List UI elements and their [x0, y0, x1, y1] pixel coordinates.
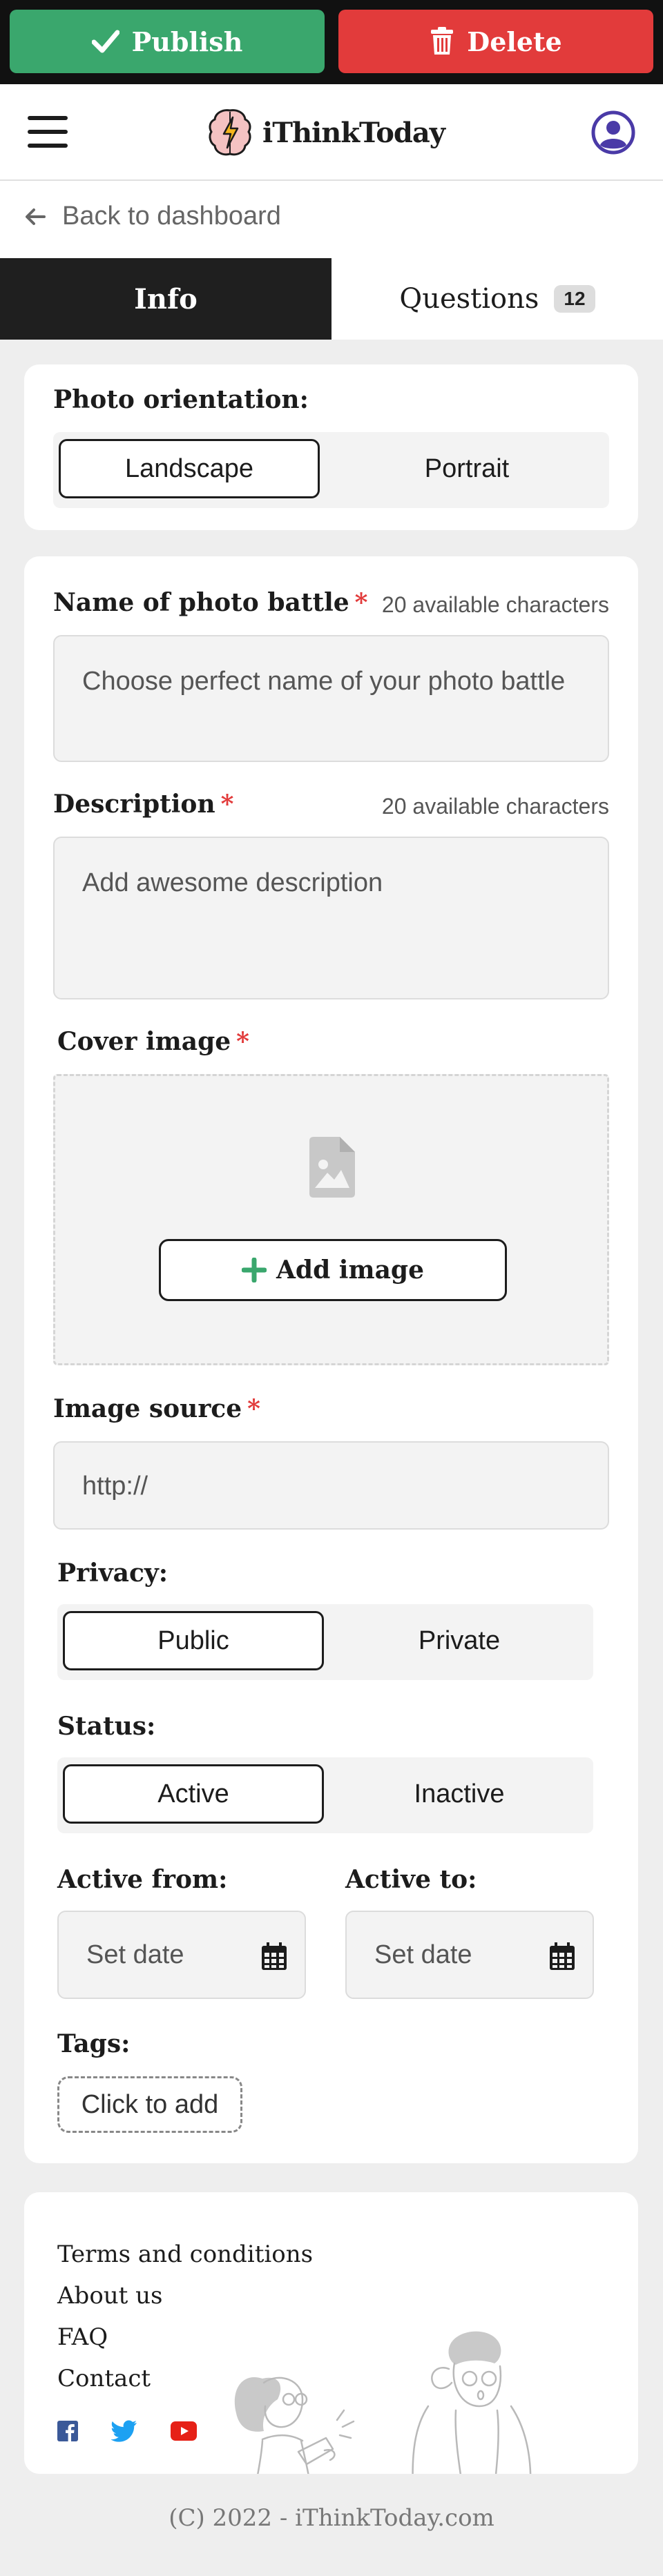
status-option-inactive[interactable]: Inactive	[331, 1764, 588, 1824]
delete-button[interactable]: Delete	[338, 10, 653, 73]
privacy-toggle: Public Private	[57, 1604, 593, 1680]
add-tag-button[interactable]: Click to add	[57, 2076, 242, 2133]
brand-logo[interactable]: iThinkToday	[207, 105, 445, 160]
active-from-label: Active from:	[57, 1865, 228, 1894]
people-illustration	[234, 2331, 532, 2474]
cover-image-label: Cover image *	[57, 1027, 249, 1056]
footer-card: Terms and conditions About us FAQ Contac…	[24, 2192, 638, 2474]
description-char-counter: 20 available characters	[381, 794, 609, 819]
user-avatar-icon[interactable]	[591, 110, 635, 155]
image-source-input[interactable]: http://	[53, 1441, 609, 1530]
required-mark: *	[220, 790, 234, 819]
add-image-button[interactable]: Add image	[159, 1239, 507, 1301]
name-char-counter: 20 available characters	[381, 592, 609, 617]
image-file-icon	[309, 1137, 355, 1198]
site-header: iThinkToday	[0, 84, 663, 181]
questions-count-badge: 12	[554, 285, 595, 313]
required-mark: *	[354, 588, 368, 617]
required-mark: *	[236, 1027, 249, 1056]
active-to-placeholder: Set date	[374, 1940, 472, 1969]
status-option-active[interactable]: Active	[63, 1764, 324, 1824]
cover-image-dropzone[interactable]: Add image	[53, 1074, 609, 1365]
orientation-option-portrait[interactable]: Portrait	[332, 439, 602, 498]
delete-label: Delete	[467, 26, 562, 57]
privacy-label: Privacy:	[57, 1559, 169, 1588]
description-textarea[interactable]: Add awesome description	[53, 837, 609, 999]
footer-link-terms[interactable]: Terms and conditions	[57, 2234, 313, 2275]
add-image-label: Add image	[276, 1256, 424, 1285]
tab-info-label: Info	[134, 282, 198, 315]
youtube-icon[interactable]	[171, 2421, 197, 2441]
active-to-date-input[interactable]: Set date	[345, 1911, 594, 1999]
orientation-option-landscape[interactable]: Landscape	[59, 439, 320, 498]
calendar-icon	[262, 1942, 287, 1970]
name-input[interactable]: Choose perfect name of your photo battle	[53, 635, 609, 762]
facebook-icon[interactable]	[57, 2421, 78, 2441]
status-label: Status:	[57, 1712, 156, 1741]
brand-name: iThinkToday	[262, 116, 445, 149]
tab-questions-label: Questions	[399, 283, 539, 315]
name-label: Name of photo battle *	[53, 588, 368, 617]
privacy-option-public[interactable]: Public	[63, 1611, 324, 1670]
status-toggle: Active Inactive	[57, 1757, 593, 1833]
calendar-icon	[550, 1942, 575, 1970]
privacy-option-private[interactable]: Private	[331, 1611, 588, 1670]
menu-icon[interactable]	[28, 115, 69, 149]
back-to-dashboard-link[interactable]: Back to dashboard	[25, 202, 281, 231]
active-from-placeholder: Set date	[86, 1940, 184, 1969]
description-label: Description *	[53, 790, 234, 819]
publish-label: Publish	[131, 26, 243, 57]
arrow-left-icon	[26, 208, 46, 225]
orientation-card: Photo orientation: Landscape Portrait	[24, 364, 638, 530]
back-bar: Back to dashboard	[0, 181, 663, 258]
battle-form-card: Name of photo battle * 20 available chara…	[24, 556, 638, 2163]
active-to-label: Active to:	[345, 1865, 477, 1894]
twitter-icon[interactable]	[111, 2420, 137, 2442]
orientation-toggle: Landscape Portrait	[53, 432, 609, 508]
brain-lightning-icon	[209, 109, 251, 156]
required-mark: *	[247, 1394, 260, 1423]
plus-icon	[242, 1258, 267, 1282]
copyright-text: (C) 2022 - iThinkToday.com	[169, 2504, 494, 2532]
orientation-label: Photo orientation:	[53, 385, 309, 414]
image-source-label: Image source *	[53, 1394, 260, 1423]
tags-label: Tags:	[57, 2029, 131, 2058]
publish-button[interactable]: Publish	[10, 10, 325, 73]
action-bar: Publish Delete	[0, 0, 663, 84]
back-label: Back to dashboard	[62, 202, 281, 231]
tab-questions[interactable]: Questions 12	[332, 258, 663, 340]
tab-info[interactable]: Info	[0, 258, 332, 340]
trash-icon	[431, 27, 454, 55]
active-from-date-input[interactable]: Set date	[57, 1911, 306, 1999]
checkmark-icon	[91, 30, 119, 53]
social-links	[57, 2420, 197, 2442]
